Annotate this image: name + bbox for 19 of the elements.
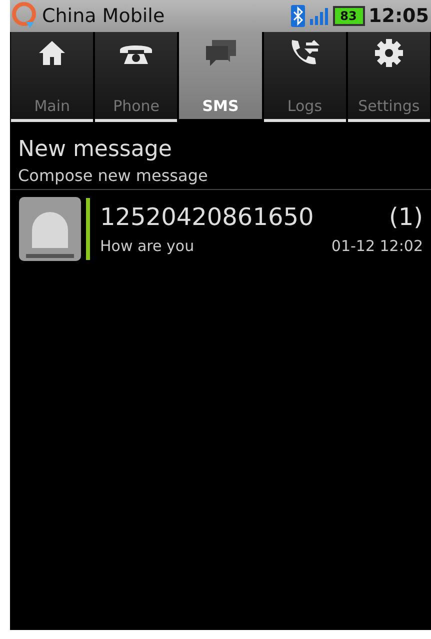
clock-time: 12:05	[368, 5, 429, 27]
nav-tab[interactable]: Main	[11, 32, 94, 122]
new-message-subtitle: Compose new message	[18, 166, 209, 185]
house-icon	[37, 38, 68, 68]
nav-tab[interactable]: Settings	[348, 32, 430, 122]
android-avatar-icon	[18, 196, 82, 262]
sender-number[interactable]: 12520420861650	[100, 203, 314, 231]
nav-tab[interactable]: Logs	[264, 32, 346, 122]
bluetooth-icon	[290, 5, 305, 27]
gear-icon	[374, 38, 404, 68]
nav-tab[interactable]: Phone	[95, 32, 178, 122]
message-time: 01-12 12:02	[331, 237, 423, 255]
message-count: (1)	[389, 203, 423, 231]
carrier-name: China Mobile	[42, 5, 166, 27]
message-preview: How are you	[100, 237, 194, 255]
new-message-title[interactable]: New message	[18, 137, 423, 162]
nav-tab[interactable]: SMS	[179, 32, 262, 122]
battery-level: 83	[332, 6, 365, 26]
signal-icon	[308, 6, 329, 26]
